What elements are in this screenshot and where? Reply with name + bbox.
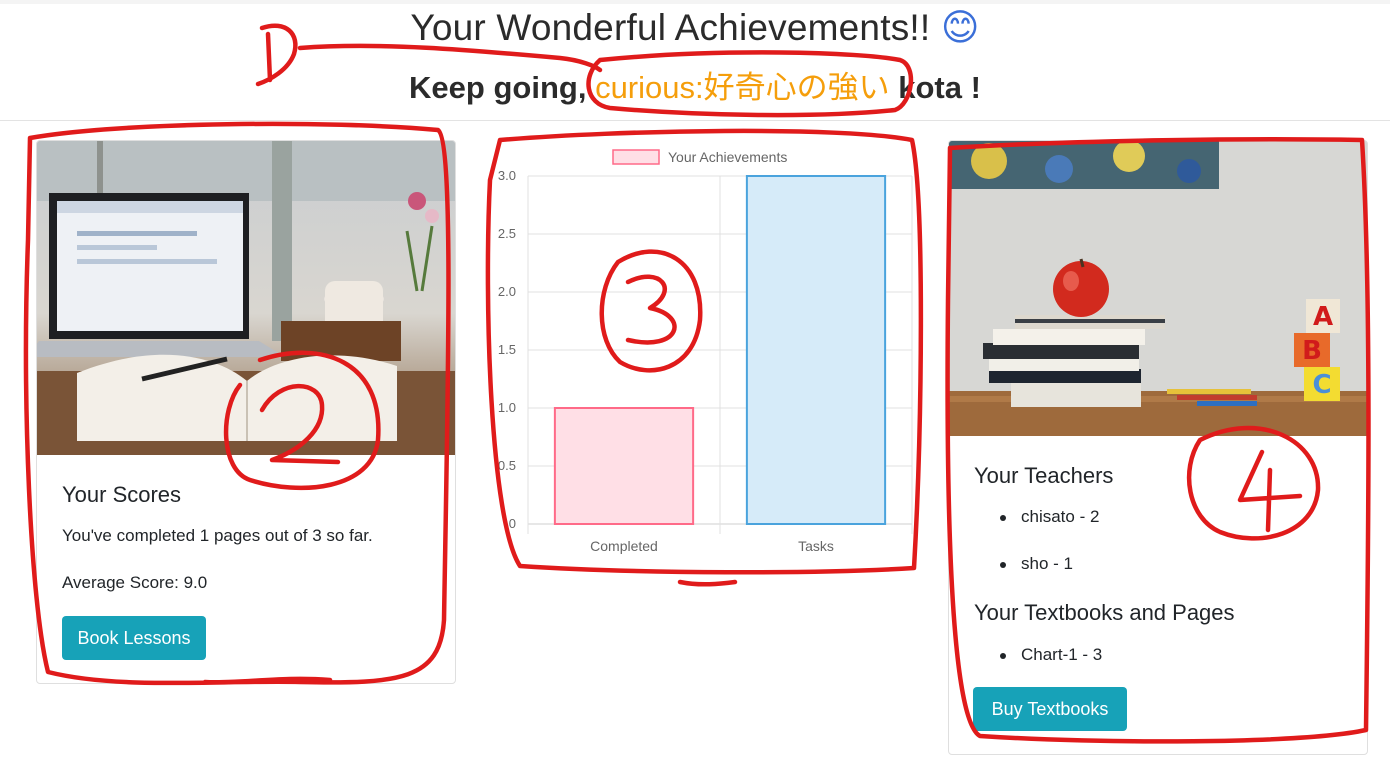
title-text: Your Wonderful Achievements!! xyxy=(410,7,931,48)
scores-heading: Your Scores xyxy=(62,482,182,507)
textbook-item: Chart-1 - 3 xyxy=(973,645,1102,665)
chart-x-tick-label: Tasks xyxy=(798,538,834,554)
chart-y-tick-label: 3.0 xyxy=(498,168,516,183)
chart-legend-swatch xyxy=(612,149,660,165)
page-header: Your Wonderful Achievements!! 😊 Keep goi… xyxy=(0,0,1390,121)
chart-y-tick-label: 2.0 xyxy=(498,284,516,299)
teachers-list: chisato - 2 sho - 1 xyxy=(973,507,1099,574)
personality-trait: curious:好奇心の強い xyxy=(595,70,890,105)
chart-y-tick-label: 0.5 xyxy=(498,458,516,473)
page-subtitle: Keep going, curious:好奇心の強い kota ! xyxy=(0,62,1390,107)
scores-progress-text: You've completed 1 pages out of 3 so far… xyxy=(62,526,373,545)
chart-y-tick-label: 1.0 xyxy=(498,400,516,415)
chart-y-tick-label: 1.5 xyxy=(498,342,516,357)
average-score-text: Average Score: 9.0 xyxy=(62,573,208,592)
page-title: Your Wonderful Achievements!! 😊 xyxy=(0,6,1390,49)
svg-text:A: A xyxy=(1313,302,1333,332)
laptop-desk-photo xyxy=(37,141,455,455)
textbooks-list: Chart-1 - 3 xyxy=(973,645,1102,665)
svg-text:B: B xyxy=(1302,336,1322,366)
book-lessons-button[interactable]: Book Lessons xyxy=(62,616,206,660)
teachers-card: C B A Your Teachers chisato - 2 sho - 1 … xyxy=(948,140,1368,755)
chart-y-tick-label: 2.5 xyxy=(498,226,516,241)
chart-svg: 0 0.5 1.0 1.5 2.0 2.5 3.0 Completed Tasks Your Ac… xyxy=(498,149,913,554)
apple-books-photo: C B A xyxy=(949,141,1367,436)
teacher-item: chisato - 2 xyxy=(973,507,1099,554)
teachers-heading: Your Teachers xyxy=(974,463,1114,488)
smiley-icon: 😊 xyxy=(940,6,980,49)
subtitle-suffix: ! xyxy=(970,70,981,105)
username: kota xyxy=(898,70,962,105)
teacher-item: sho - 1 xyxy=(973,554,1099,574)
subtitle-prefix: Keep going, xyxy=(409,70,587,105)
chart-bar xyxy=(553,407,695,525)
textbooks-heading: Your Textbooks and Pages xyxy=(974,600,1235,625)
chart-y-tick-label: 0 xyxy=(509,516,516,531)
svg-text:C: C xyxy=(1312,370,1331,400)
chart-legend-label: Your Achievements xyxy=(668,149,787,165)
chart-x-tick-label: Completed xyxy=(590,538,658,554)
achievements-chart: 0 0.5 1.0 1.5 2.0 2.5 3.0 Completed Tasks Your Ac… xyxy=(480,140,920,570)
chart-bar xyxy=(745,175,887,525)
annotation-tail-3 xyxy=(677,579,738,587)
scores-card: Your Scores You've completed 1 pages out… xyxy=(36,140,456,684)
buy-textbooks-button[interactable]: Buy Textbooks xyxy=(973,687,1127,731)
